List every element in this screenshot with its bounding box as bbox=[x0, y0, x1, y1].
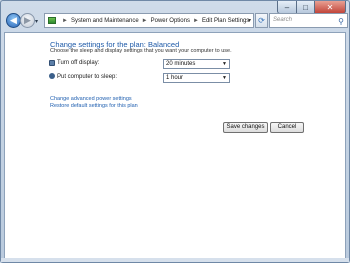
breadcrumb-edit-plan-settings[interactable]: Edit Plan Settings bbox=[202, 18, 249, 24]
address-dropdown-icon[interactable]: ▾ bbox=[248, 17, 251, 24]
search-placeholder: Search bbox=[273, 17, 293, 23]
breadcrumb-separator-icon[interactable]: ► bbox=[142, 18, 148, 24]
breadcrumb-separator-icon[interactable]: ► bbox=[62, 18, 68, 24]
turn-off-display-value: 20 minutes bbox=[166, 61, 196, 67]
cancel-button[interactable]: Cancel bbox=[270, 122, 304, 133]
sleep-select[interactable]: 1 hour ▼ bbox=[163, 73, 230, 83]
content-pane: Change settings for the plan: Balanced C… bbox=[4, 32, 346, 260]
address-bar[interactable]: ► System and Maintenance ► Power Options… bbox=[44, 13, 254, 28]
search-input[interactable]: Search ⚲ bbox=[269, 13, 348, 28]
forward-arrow-icon: ▶ bbox=[24, 15, 31, 25]
recent-pages-dropdown-icon[interactable]: ▾ bbox=[35, 18, 38, 25]
minimize-icon: – bbox=[284, 2, 290, 12]
status-bar bbox=[1, 258, 349, 262]
refresh-icon: ⟳ bbox=[258, 16, 265, 25]
back-arrow-icon: ◀ bbox=[10, 15, 17, 25]
save-changes-button[interactable]: Save changes bbox=[223, 122, 268, 133]
forward-button[interactable]: ▶ bbox=[20, 13, 35, 28]
search-icon[interactable]: ⚲ bbox=[338, 15, 344, 28]
sleep-label: Put computer to sleep: bbox=[57, 74, 118, 80]
chevron-down-icon: ▼ bbox=[222, 61, 227, 67]
sleep-icon bbox=[49, 73, 55, 79]
breadcrumb-power-options[interactable]: Power Options bbox=[151, 18, 190, 24]
breadcrumb-system-and-maintenance[interactable]: System and Maintenance bbox=[71, 18, 139, 24]
restore-defaults-link[interactable]: Restore default settings for this plan bbox=[50, 103, 138, 109]
sleep-value: 1 hour bbox=[166, 75, 184, 81]
page-subtitle: Choose the sleep and display settings th… bbox=[50, 48, 232, 54]
advanced-power-settings-link[interactable]: Change advanced power settings bbox=[50, 96, 132, 102]
refresh-button[interactable]: ⟳ bbox=[255, 13, 268, 28]
window: – □ ✕ ◀ ▶ ▾ ► System and Maintenance ► P… bbox=[0, 0, 350, 263]
back-button[interactable]: ◀ bbox=[6, 13, 21, 28]
breadcrumb-separator-icon[interactable]: ► bbox=[193, 18, 199, 24]
control-panel-icon bbox=[48, 17, 56, 24]
turn-off-display-select[interactable]: 20 minutes ▼ bbox=[163, 59, 230, 69]
chevron-down-icon: ▼ bbox=[222, 75, 227, 81]
display-icon bbox=[49, 60, 55, 66]
turn-off-display-label: Turn off display: bbox=[57, 60, 100, 66]
close-icon: ✕ bbox=[326, 2, 334, 12]
navigation-bar: ◀ ▶ ▾ ► System and Maintenance ► Power O… bbox=[3, 12, 348, 30]
maximize-icon: □ bbox=[303, 2, 308, 12]
